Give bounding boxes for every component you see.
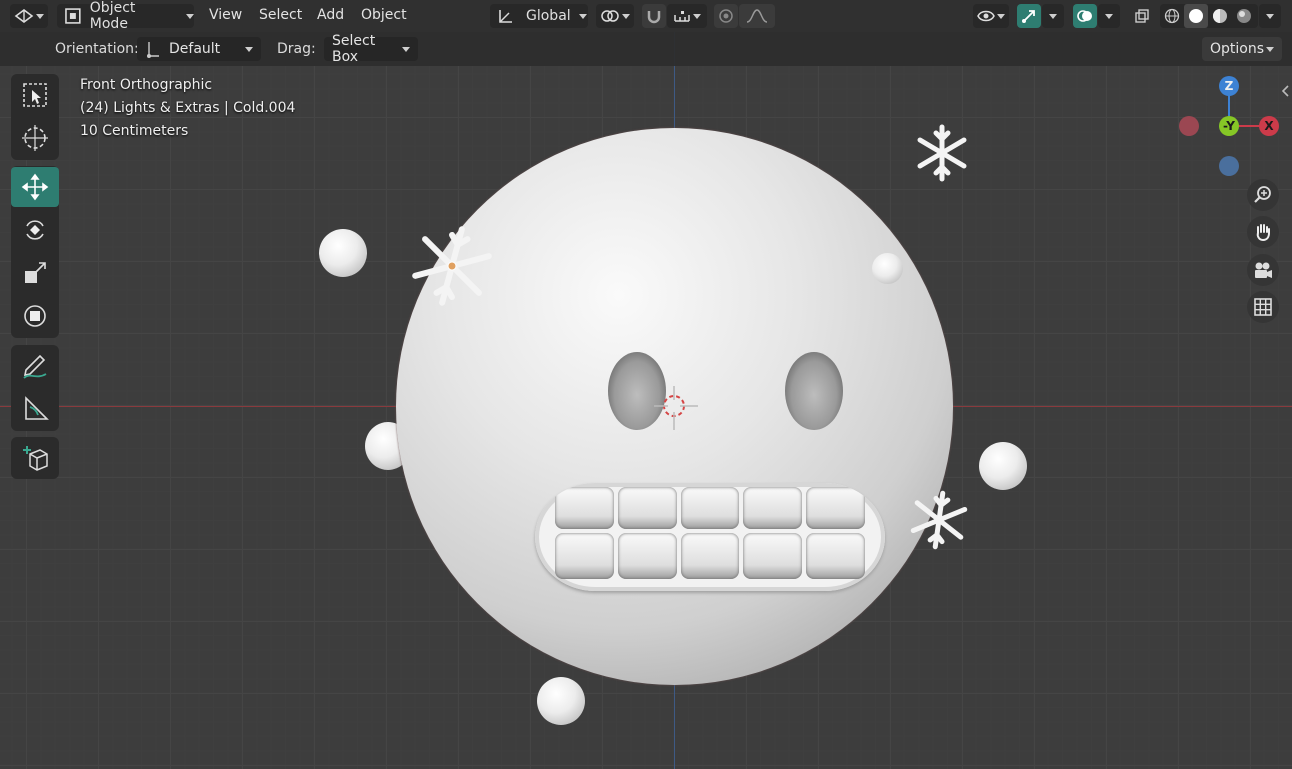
orientation-setting-dropdown[interactable]: Default bbox=[137, 37, 261, 61]
gizmo-arrow-icon bbox=[1022, 10, 1035, 23]
scale-icon bbox=[25, 262, 46, 283]
proportional-edit-toggle[interactable] bbox=[714, 4, 738, 28]
snap-target-dropdown[interactable] bbox=[667, 4, 707, 28]
xray-toggle[interactable] bbox=[1130, 4, 1154, 28]
pivot-link-icon bbox=[601, 10, 619, 22]
orientation-label: Global bbox=[526, 8, 571, 24]
mode-label: Object Mode bbox=[89, 0, 136, 32]
zoom-button[interactable] bbox=[1247, 179, 1279, 211]
gizmo-x-axis[interactable]: X bbox=[1259, 116, 1279, 136]
shading-dropdown[interactable] bbox=[1259, 4, 1281, 28]
overlays-toggle[interactable] bbox=[1073, 4, 1097, 28]
view-name: Front Orthographic bbox=[80, 77, 213, 93]
right-eye bbox=[785, 352, 843, 430]
menu-add[interactable]: Add bbox=[317, 7, 344, 23]
gizmo-neg-z-axis[interactable] bbox=[1219, 156, 1239, 176]
transform-orientation-dropdown[interactable]: Global bbox=[490, 4, 588, 28]
gizmo-toggle[interactable] bbox=[1017, 4, 1041, 28]
gizmo-neg-x-axis[interactable] bbox=[1179, 116, 1199, 136]
shading-modes[interactable] bbox=[1160, 4, 1258, 28]
orientation-setting-value: Default bbox=[169, 41, 221, 57]
snowball-object[interactable] bbox=[537, 677, 585, 725]
menu-select[interactable]: Select bbox=[259, 7, 302, 23]
move-icon bbox=[21, 173, 49, 201]
rotate-icon bbox=[26, 220, 44, 240]
tool-annotate[interactable] bbox=[11, 346, 59, 386]
drag-setting-label: Drag: bbox=[277, 41, 316, 57]
hand-pan-icon bbox=[1256, 224, 1270, 242]
falloff-dropdown[interactable] bbox=[739, 4, 775, 28]
transform-axes-icon bbox=[147, 42, 159, 58]
snowball-object[interactable] bbox=[319, 229, 367, 277]
drag-setting-dropdown[interactable]: Select Box bbox=[324, 33, 418, 65]
tool-scale[interactable] bbox=[11, 253, 59, 293]
snowflake-object[interactable] bbox=[912, 123, 972, 183]
grid-scale-label: 10 Centimeters bbox=[80, 123, 189, 139]
tool-add-cube[interactable] bbox=[11, 438, 59, 478]
annotate-icon bbox=[23, 354, 47, 379]
gizmo-dropdown[interactable] bbox=[1042, 4, 1064, 28]
pivot-point-dropdown[interactable] bbox=[596, 4, 634, 28]
editor-type-icon bbox=[14, 9, 34, 23]
overlays-dropdown[interactable] bbox=[1098, 4, 1120, 28]
snap-toggle[interactable] bbox=[642, 4, 666, 28]
snowball-object[interactable] bbox=[979, 442, 1027, 490]
viewport-header: Object Mode View Select Add Object Globa… bbox=[0, 0, 1292, 32]
select-box-icon bbox=[23, 83, 47, 107]
mouth-teeth bbox=[535, 483, 885, 591]
pan-button[interactable] bbox=[1247, 216, 1279, 248]
camera-view-button[interactable] bbox=[1247, 254, 1279, 286]
tool-select-box[interactable] bbox=[11, 75, 59, 115]
options-label: Options bbox=[1210, 41, 1265, 57]
solid-shading-icon[interactable] bbox=[1184, 4, 1208, 28]
visibility-dropdown[interactable] bbox=[973, 4, 1009, 28]
eye-icon bbox=[977, 10, 995, 22]
xray-icon bbox=[1135, 9, 1149, 23]
3d-cursor-icon[interactable] bbox=[652, 384, 700, 432]
snowflake-object[interactable] bbox=[408, 222, 496, 310]
transform-icon bbox=[24, 305, 46, 327]
tool-move[interactable] bbox=[11, 167, 59, 207]
mode-dropdown[interactable]: Object Mode bbox=[57, 0, 194, 32]
grid-view-icon bbox=[1254, 298, 1272, 316]
menu-view[interactable]: View bbox=[209, 7, 242, 23]
rendered-shading-icon[interactable] bbox=[1232, 4, 1256, 28]
material-shading-icon[interactable] bbox=[1208, 4, 1232, 28]
gizmo-neg-y-axis[interactable]: -Y bbox=[1219, 116, 1239, 136]
camera-icon bbox=[1255, 262, 1272, 278]
drag-setting-value: Select Box bbox=[332, 33, 376, 65]
tool-measure[interactable] bbox=[11, 389, 59, 429]
snowball-object[interactable] bbox=[872, 253, 903, 284]
snap-increment-icon bbox=[674, 11, 690, 22]
options-dropdown[interactable]: Options bbox=[1202, 37, 1282, 61]
orientation-setting-label: Orientation: bbox=[55, 41, 139, 57]
object-mode-icon bbox=[65, 8, 81, 24]
falloff-curve-icon bbox=[746, 9, 768, 23]
proportional-icon bbox=[719, 9, 733, 23]
tool-rotate[interactable] bbox=[11, 210, 59, 250]
measure-icon bbox=[25, 396, 49, 420]
tool-transform[interactable] bbox=[11, 296, 59, 336]
overlays-icon bbox=[1077, 10, 1092, 22]
snowflake-object[interactable] bbox=[906, 489, 972, 551]
zoom-icon bbox=[1254, 186, 1271, 203]
gizmo-z-axis[interactable]: Z bbox=[1219, 76, 1239, 96]
orientation-axes-icon bbox=[499, 10, 512, 23]
collection-object-label: (24) Lights & Extras | Cold.004 bbox=[80, 100, 296, 116]
menu-object[interactable]: Object bbox=[361, 7, 407, 23]
add-cube-icon bbox=[23, 446, 48, 471]
cursor-icon bbox=[22, 125, 48, 151]
ortho-toggle-button[interactable] bbox=[1247, 291, 1279, 323]
wireframe-shading-icon[interactable] bbox=[1160, 4, 1184, 28]
tool-cursor[interactable] bbox=[11, 118, 59, 158]
magnet-icon bbox=[647, 11, 661, 24]
editor-type-button[interactable] bbox=[10, 4, 48, 28]
